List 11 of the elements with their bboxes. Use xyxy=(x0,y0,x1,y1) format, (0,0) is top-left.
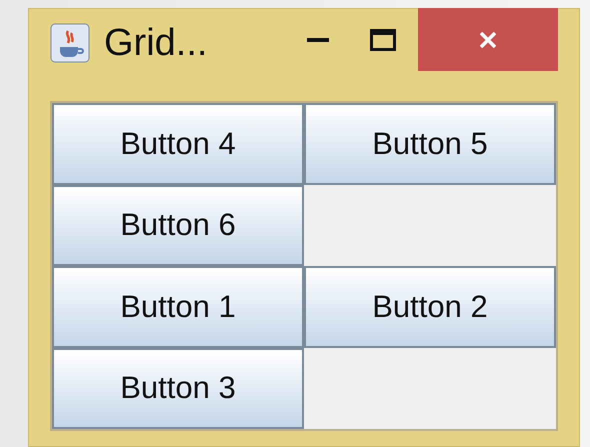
grid-button[interactable]: Button 5 xyxy=(304,103,556,184)
grid-button[interactable]: Button 1 xyxy=(52,266,304,348)
minimize-icon xyxy=(307,38,329,42)
java-cup-icon xyxy=(50,23,90,63)
maximize-icon xyxy=(370,29,396,51)
grid-button[interactable]: Button 3 xyxy=(52,348,304,429)
grid-button[interactable]: Button 6 xyxy=(52,184,304,266)
grid-button[interactable]: Button 4 xyxy=(52,103,304,184)
grid-button[interactable]: Button 2 xyxy=(304,266,556,348)
close-icon xyxy=(478,30,498,50)
window-title: Grid... xyxy=(104,24,208,62)
